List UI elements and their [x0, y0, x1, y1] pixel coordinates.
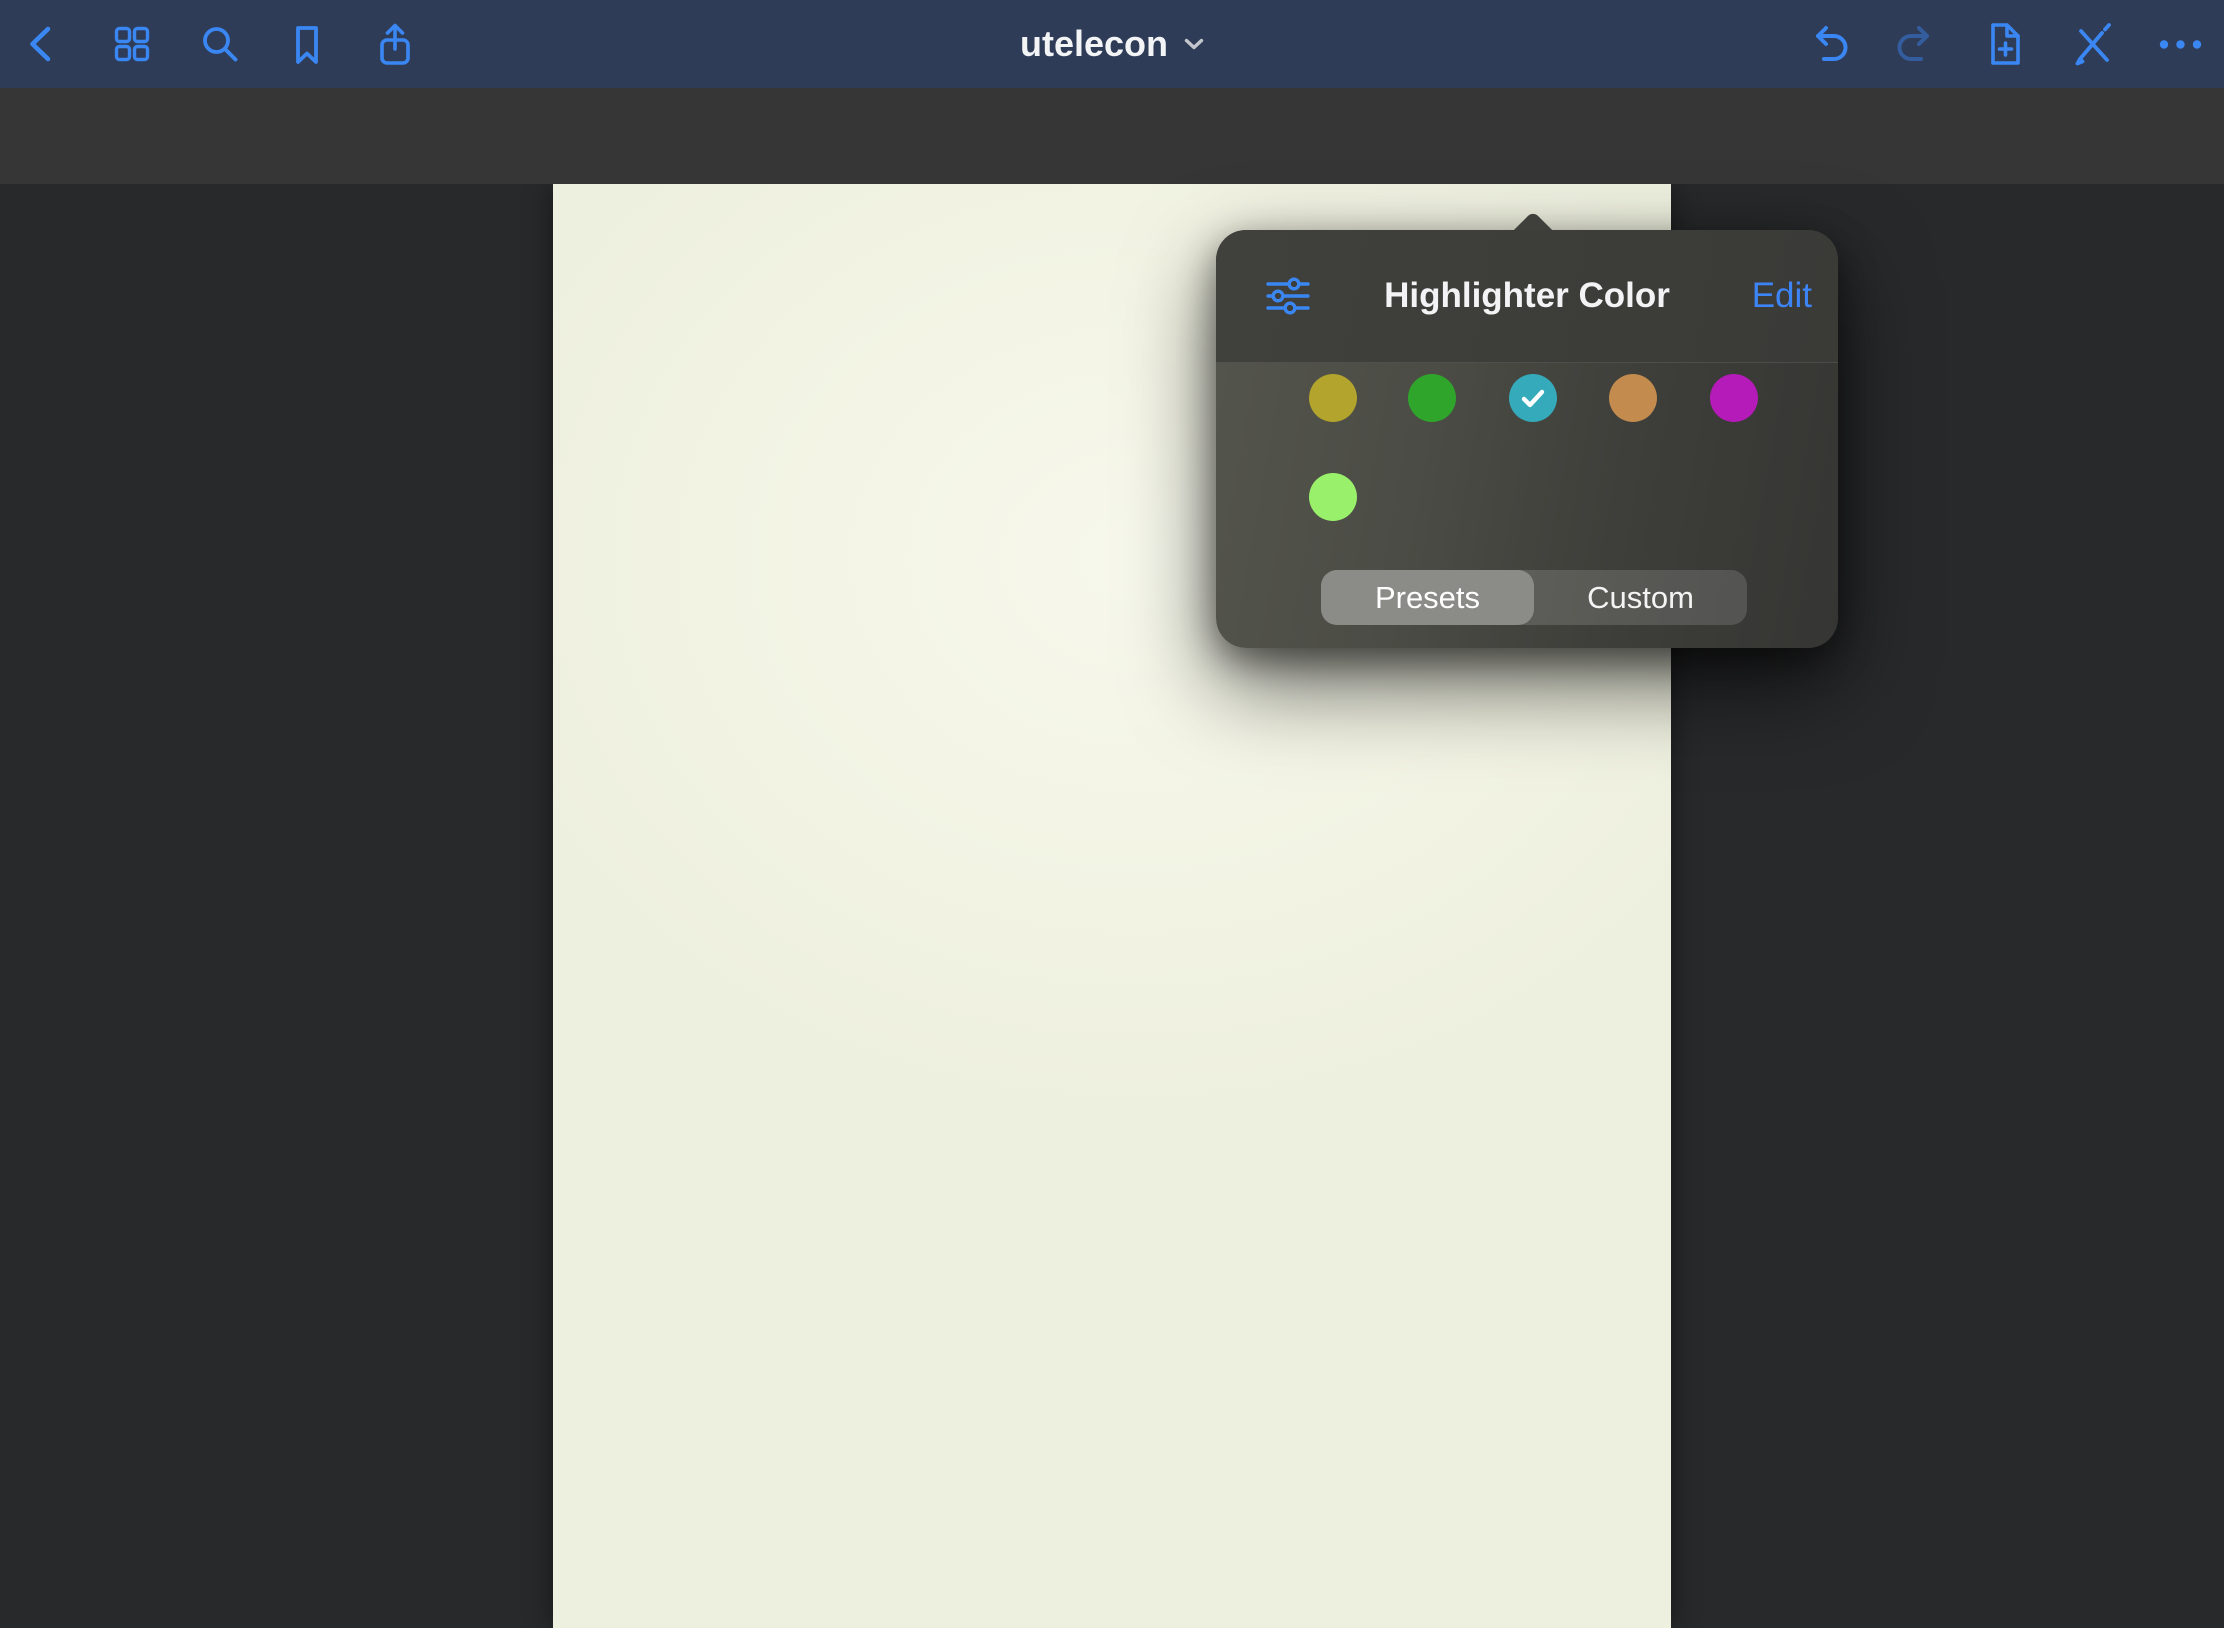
- back-chevron-icon: [21, 22, 65, 66]
- add-page-icon: [1981, 20, 2029, 68]
- undo-icon: [1805, 20, 1853, 68]
- back-button[interactable]: [19, 20, 67, 68]
- navbar: utelecon: [0, 0, 2224, 88]
- presets-custom-segmented-control: Presets Custom: [1321, 570, 1747, 625]
- checkmark-icon: [1521, 389, 1545, 408]
- stroke-settings-button[interactable]: [1264, 276, 1312, 316]
- share-icon: [371, 20, 419, 68]
- stylus-mode-button[interactable]: [2069, 20, 2117, 68]
- add-page-button[interactable]: [1981, 20, 2029, 68]
- chevron-down-icon: [1184, 38, 1204, 51]
- preset-color-magenta[interactable]: [1710, 374, 1758, 422]
- more-options-icon: [2157, 21, 2204, 68]
- redo-button[interactable]: [1892, 20, 1940, 68]
- sliders-icon: [1264, 276, 1312, 316]
- share-button[interactable]: [371, 20, 419, 68]
- popover-title: Highlighter Color: [1384, 276, 1670, 316]
- highlighter-color-popover: Highlighter Color Edit Presets Custom: [1216, 230, 1838, 648]
- preset-color-teal-selected[interactable]: [1509, 374, 1557, 422]
- tab-presets[interactable]: Presets: [1321, 570, 1534, 625]
- bookmark-icon: [285, 22, 329, 66]
- page-title: utelecon: [1020, 23, 1168, 65]
- document-title-dropdown[interactable]: utelecon: [1020, 0, 1204, 88]
- tools-toolbar: [0, 88, 2224, 184]
- tab-custom[interactable]: Custom: [1534, 570, 1747, 625]
- bookmark-button[interactable]: [283, 20, 331, 68]
- search-button[interactable]: [196, 20, 244, 68]
- popover-header: Highlighter Color Edit: [1216, 230, 1838, 363]
- preset-color-light-green[interactable]: [1309, 473, 1357, 521]
- preset-color-yellow[interactable]: [1309, 374, 1357, 422]
- stylus-crossed-icon: [2069, 20, 2117, 68]
- more-options-button[interactable]: [2156, 20, 2204, 68]
- page-thumbnails-button[interactable]: [108, 20, 156, 68]
- page-thumbnails-icon: [110, 22, 154, 66]
- redo-icon: [1892, 20, 1940, 68]
- preset-color-green[interactable]: [1408, 374, 1456, 422]
- edit-colors-button[interactable]: Edit: [1744, 230, 1820, 362]
- preset-color-orange[interactable]: [1609, 374, 1657, 422]
- search-icon: [198, 22, 242, 66]
- undo-button[interactable]: [1805, 20, 1853, 68]
